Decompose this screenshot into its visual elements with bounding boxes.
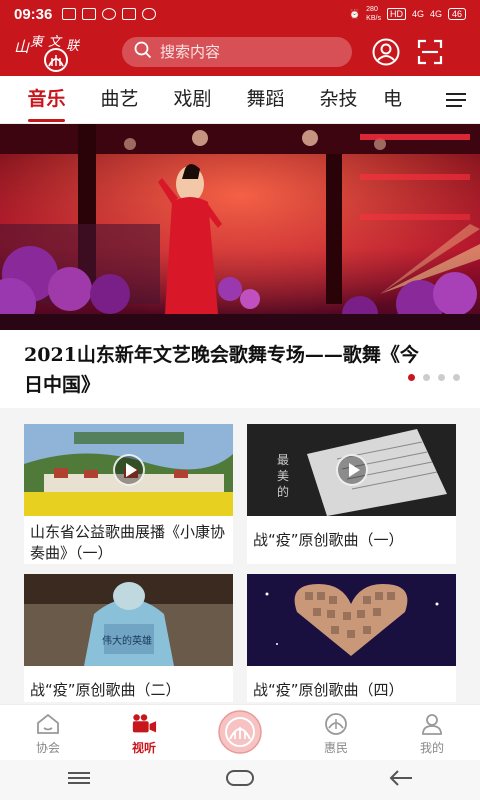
back-arrow-icon <box>389 770 412 786</box>
profile-icon <box>419 711 445 737</box>
benefit-icon <box>323 711 349 737</box>
system-nav-bar <box>0 760 480 800</box>
notification-icons <box>62 8 157 20</box>
video-title: 战“疫”原创歌曲（二） <box>30 681 181 699</box>
play-icon <box>112 454 145 486</box>
home-icon <box>35 711 61 737</box>
scan-button[interactable] <box>414 36 446 68</box>
search-icon <box>134 41 152 63</box>
video-thumbnail: 伟大的英雄 <box>24 574 233 666</box>
tab-film[interactable]: 电 <box>375 76 405 124</box>
carousel-dot[interactable] <box>438 374 445 381</box>
status-time: 09:36 <box>14 5 53 23</box>
play-icon <box>335 454 368 486</box>
net-speed: 280 KB/s <box>366 6 381 22</box>
video-card[interactable]: 山东省公益歌曲展播《小康协奏曲》（一） <box>24 424 233 564</box>
svg-text:联: 联 <box>66 39 81 54</box>
video-title: 战“疫”原创歌曲（四） <box>253 681 404 699</box>
video-camera-icon <box>131 711 157 737</box>
nav-label: 视听 <box>131 741 156 755</box>
svg-text:文: 文 <box>48 34 63 50</box>
video-title: 战“疫”原创歌曲（一） <box>253 531 404 549</box>
carousel-dots <box>408 374 460 381</box>
center-logo-icon <box>217 709 263 755</box>
nav-benefit[interactable]: 惠民 <box>288 705 384 760</box>
svg-text:伟大的英雄: 伟大的英雄 <box>102 634 152 647</box>
back-button[interactable] <box>388 769 414 791</box>
menu-icon <box>68 772 91 784</box>
banner-image[interactable] <box>0 124 480 330</box>
svg-text:東: 東 <box>30 35 45 50</box>
notification-icon <box>122 8 137 20</box>
signal-icon: 4G <box>411 9 424 19</box>
carousel-dot[interactable] <box>453 374 460 381</box>
nav-profile[interactable]: 我的 <box>384 705 480 760</box>
banner-title: 2021山东新年文艺晚会歌舞专场——歌舞《今日中国》 <box>24 344 419 396</box>
home-pill-icon <box>225 770 254 786</box>
svg-text:的: 的 <box>277 484 289 499</box>
nav-media[interactable]: 视听 <box>96 705 192 760</box>
video-thumbnail: 最 美 的 <box>247 424 456 516</box>
search-bar[interactable] <box>122 37 352 67</box>
alarm-icon: ⏰ <box>348 8 361 19</box>
video-card[interactable]: 战“疫”原创歌曲（四） <box>247 574 456 702</box>
category-tabs: 音乐 曲艺 戏剧 舞蹈 杂技 电 <box>0 76 480 124</box>
home-button[interactable] <box>225 769 255 791</box>
carousel-dot[interactable] <box>408 374 415 381</box>
status-bar: 09:36 ⏰ 280 KB/s HD 4G 4G 46 <box>0 0 480 28</box>
scan-icon <box>417 39 443 65</box>
app-bar: 山 東 文 联 <box>0 28 480 76</box>
notification-icon <box>62 8 77 20</box>
tab-menu-button[interactable] <box>440 84 472 116</box>
video-thumbnail <box>24 424 233 516</box>
video-title: 山东省公益歌曲展播《小康协奏曲》（一） <box>30 523 226 562</box>
tab-quyi[interactable]: 曲艺 <box>83 76 156 124</box>
bottom-nav: 协会 视听 惠民 我的 <box>0 704 480 760</box>
svg-text:最: 最 <box>277 453 289 467</box>
carousel-dot[interactable] <box>423 374 430 381</box>
banner-caption[interactable]: 2021山东新年文艺晚会歌舞专场——歌舞《今日中国》 <box>0 330 480 408</box>
tab-drama[interactable]: 戏剧 <box>156 76 229 124</box>
weather-icon <box>142 8 157 20</box>
app-logo[interactable]: 山 東 文 联 <box>12 32 92 72</box>
video-card[interactable]: 最 美 的 战“疫”原创歌曲（一） <box>247 424 456 564</box>
video-thumbnail <box>247 574 456 666</box>
tab-dance[interactable]: 舞蹈 <box>229 76 302 124</box>
video-card[interactable]: 伟大的英雄 战“疫”原创歌曲（二） <box>24 574 233 702</box>
svg-text:山: 山 <box>14 38 30 56</box>
nav-label: 协会 <box>35 741 60 755</box>
recent-apps-button[interactable] <box>66 770 92 790</box>
user-icon <box>372 38 400 66</box>
menu-icon <box>446 93 466 107</box>
phone-icon <box>102 8 117 20</box>
svg-text:美: 美 <box>277 469 289 483</box>
nav-association[interactable]: 协会 <box>0 705 96 760</box>
hd-badge: HD <box>386 8 406 20</box>
battery-icon: 46 <box>447 8 466 20</box>
tab-acrobatics[interactable]: 杂技 <box>302 76 375 124</box>
search-input[interactable] <box>160 43 330 61</box>
user-button[interactable] <box>370 36 402 68</box>
nav-label: 惠民 <box>323 741 348 755</box>
nav-center[interactable] <box>192 705 288 760</box>
notification-icon <box>82 8 97 20</box>
nav-label: 我的 <box>419 741 444 755</box>
tab-music[interactable]: 音乐 <box>10 76 83 124</box>
signal-icon: 4G <box>429 9 442 19</box>
